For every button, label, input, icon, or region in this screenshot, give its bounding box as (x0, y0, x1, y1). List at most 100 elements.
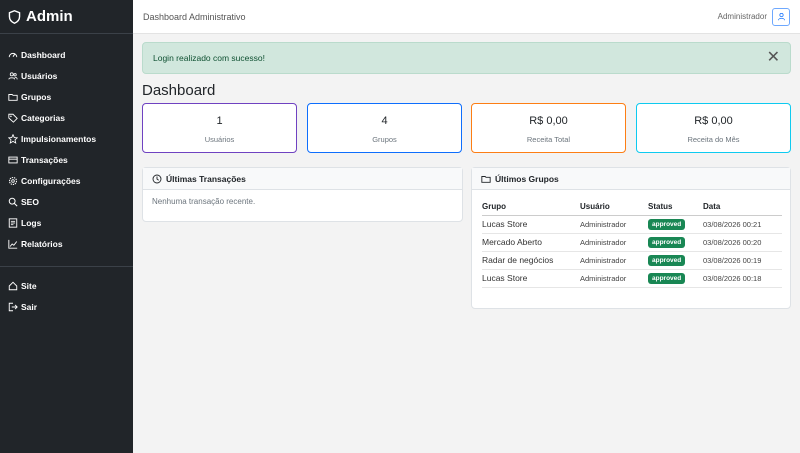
gear-icon (8, 176, 18, 185)
logout-icon (8, 302, 18, 311)
sidebar-item-seo[interactable]: SEO (0, 191, 133, 212)
sidebar-item-relatorios[interactable]: Relatórios (0, 233, 133, 254)
sidebar-item-label: Grupos (21, 91, 52, 102)
stat-value: R$ 0,00 (694, 115, 733, 127)
main-content: Login realizado com sucesso! ✕ Dashboard… (133, 34, 800, 453)
status-cell: approved (648, 269, 703, 288)
sidebar-item-label: SEO (21, 196, 39, 207)
sidebar: Admin Dashboard Usuários Grupos Categori… (0, 0, 133, 453)
sidebar-item-label: Relatórios (21, 238, 63, 249)
sidebar-item-configuracoes[interactable]: Configurações (0, 170, 133, 191)
sidebar-item-usuarios[interactable]: Usuários (0, 65, 133, 86)
user-menu: Administrador (717, 7, 790, 26)
group-date: 03/08/2026 00:20 (703, 233, 782, 252)
users-icon (8, 71, 18, 79)
column-header: Grupo (482, 198, 580, 216)
table-row: Radar de negócios Administrador approved… (482, 251, 782, 270)
sidebar-item-grupos[interactable]: Grupos (0, 86, 133, 107)
status-badge: approved (648, 236, 686, 248)
column-header: Status (648, 198, 703, 216)
folder-icon (8, 93, 18, 101)
status-cell: approved (648, 251, 703, 270)
close-icon[interactable]: ✕ (767, 50, 780, 66)
group-user: Administrador (580, 251, 648, 270)
success-alert: Login realizado com sucesso! ✕ (142, 42, 791, 74)
shield-icon (8, 9, 21, 24)
stat-card-usuarios: 1 Usuários (142, 103, 297, 153)
table-row: Lucas Store Administrador approved 03/08… (482, 215, 782, 234)
sidebar-item-label: Site (21, 280, 37, 291)
search-icon (8, 197, 18, 207)
sidebar-item-categorias[interactable]: Categorias (0, 107, 133, 128)
group-name: Radar de negócios (482, 251, 580, 270)
brand[interactable]: Admin (0, 0, 133, 34)
table-row: Mercado Aberto Administrador approved 03… (482, 233, 782, 252)
table-row: Lucas Store Administrador approved 03/08… (482, 269, 782, 288)
sidebar-item-label: Usuários (21, 70, 58, 81)
document-icon (8, 217, 18, 228)
groups-title: Últimos Grupos (495, 173, 559, 184)
sidebar-item-dashboard[interactable]: Dashboard (0, 44, 133, 65)
sidebar-item-label: Logs (21, 217, 42, 228)
star-icon (8, 133, 18, 144)
stat-card-receita-mes: R$ 0,00 Receita do Mês (636, 103, 791, 153)
topbar: Dashboard Administrativo Administrador (133, 0, 800, 34)
stat-label: Receita Total (526, 135, 571, 144)
topbar-title: Dashboard Administrativo (143, 11, 246, 22)
table-header-row: Grupo Usuário Status Data (482, 198, 782, 216)
group-date: 03/08/2026 00:21 (703, 215, 782, 234)
status-cell: approved (648, 233, 703, 252)
card-icon (8, 156, 18, 163)
sidebar-item-sair[interactable]: Sair (0, 296, 133, 317)
clock-icon (152, 174, 162, 183)
alert-message: Login realizado com sucesso! (153, 53, 265, 63)
group-user: Administrador (580, 233, 648, 252)
sidebar-item-site[interactable]: Site (0, 275, 133, 296)
group-date: 03/08/2026 00:19 (703, 251, 782, 270)
graph-icon (8, 239, 18, 249)
sidebar-item-label: Configurações (21, 175, 81, 186)
transactions-card: Últimas Transações Nenhuma transação rec… (142, 167, 463, 222)
stat-card-receita-total: R$ 0,00 Receita Total (471, 103, 626, 153)
transactions-card-header: Últimas Transações (143, 168, 462, 190)
column-header: Data (703, 198, 782, 216)
sidebar-item-label: Dashboard (21, 49, 66, 60)
group-user: Administrador (580, 215, 648, 234)
group-user: Administrador (580, 269, 648, 288)
column-header: Usuário (580, 198, 648, 216)
tag-icon (8, 113, 18, 123)
stat-value: 4 (381, 115, 388, 127)
groups-table-wrap: Grupo Usuário Status Data Lucas Store Ad… (472, 190, 790, 288)
group-date: 03/08/2026 00:18 (703, 269, 782, 288)
sidebar-item-impulsionamentos[interactable]: Impulsionamentos (0, 128, 133, 149)
status-cell: approved (648, 215, 703, 234)
sidebar-item-label: Sair (21, 301, 38, 312)
group-name: Lucas Store (482, 215, 580, 234)
sidebar-item-label: Categorias (21, 112, 65, 123)
group-name: Mercado Aberto (482, 233, 580, 252)
stat-value: R$ 0,00 (529, 115, 568, 127)
stat-label: Receita do Mês (687, 135, 740, 144)
sidebar-divider (0, 266, 133, 267)
group-name: Lucas Store (482, 269, 580, 288)
sidebar-item-logs[interactable]: Logs (0, 212, 133, 233)
brand-name: Admin (26, 8, 73, 25)
user-name: Administrador (717, 12, 767, 21)
house-icon (8, 281, 18, 290)
status-badge: approved (648, 254, 686, 266)
groups-card: Últimos Grupos Grupo Usuário Status Data… (471, 167, 791, 309)
sidebar-item-label: Transações (21, 154, 68, 165)
stat-value: 1 (216, 115, 223, 127)
sidebar-nav: Dashboard Usuários Grupos Categorias Imp… (0, 34, 133, 317)
stat-card-grupos: 4 Grupos (307, 103, 462, 153)
transactions-title: Últimas Transações (166, 173, 246, 184)
page-title: Dashboard (142, 82, 216, 99)
groups-table: Grupo Usuário Status Data Lucas Store Ad… (482, 198, 782, 288)
speedometer-icon (8, 52, 18, 57)
groups-card-header: Últimos Grupos (472, 168, 790, 190)
transactions-empty: Nenhuma transação recente. (152, 197, 256, 206)
sidebar-item-transacoes[interactable]: Transações (0, 149, 133, 170)
user-button[interactable] (772, 7, 790, 26)
status-badge: approved (648, 272, 686, 284)
stat-label: Usuários (204, 135, 235, 144)
